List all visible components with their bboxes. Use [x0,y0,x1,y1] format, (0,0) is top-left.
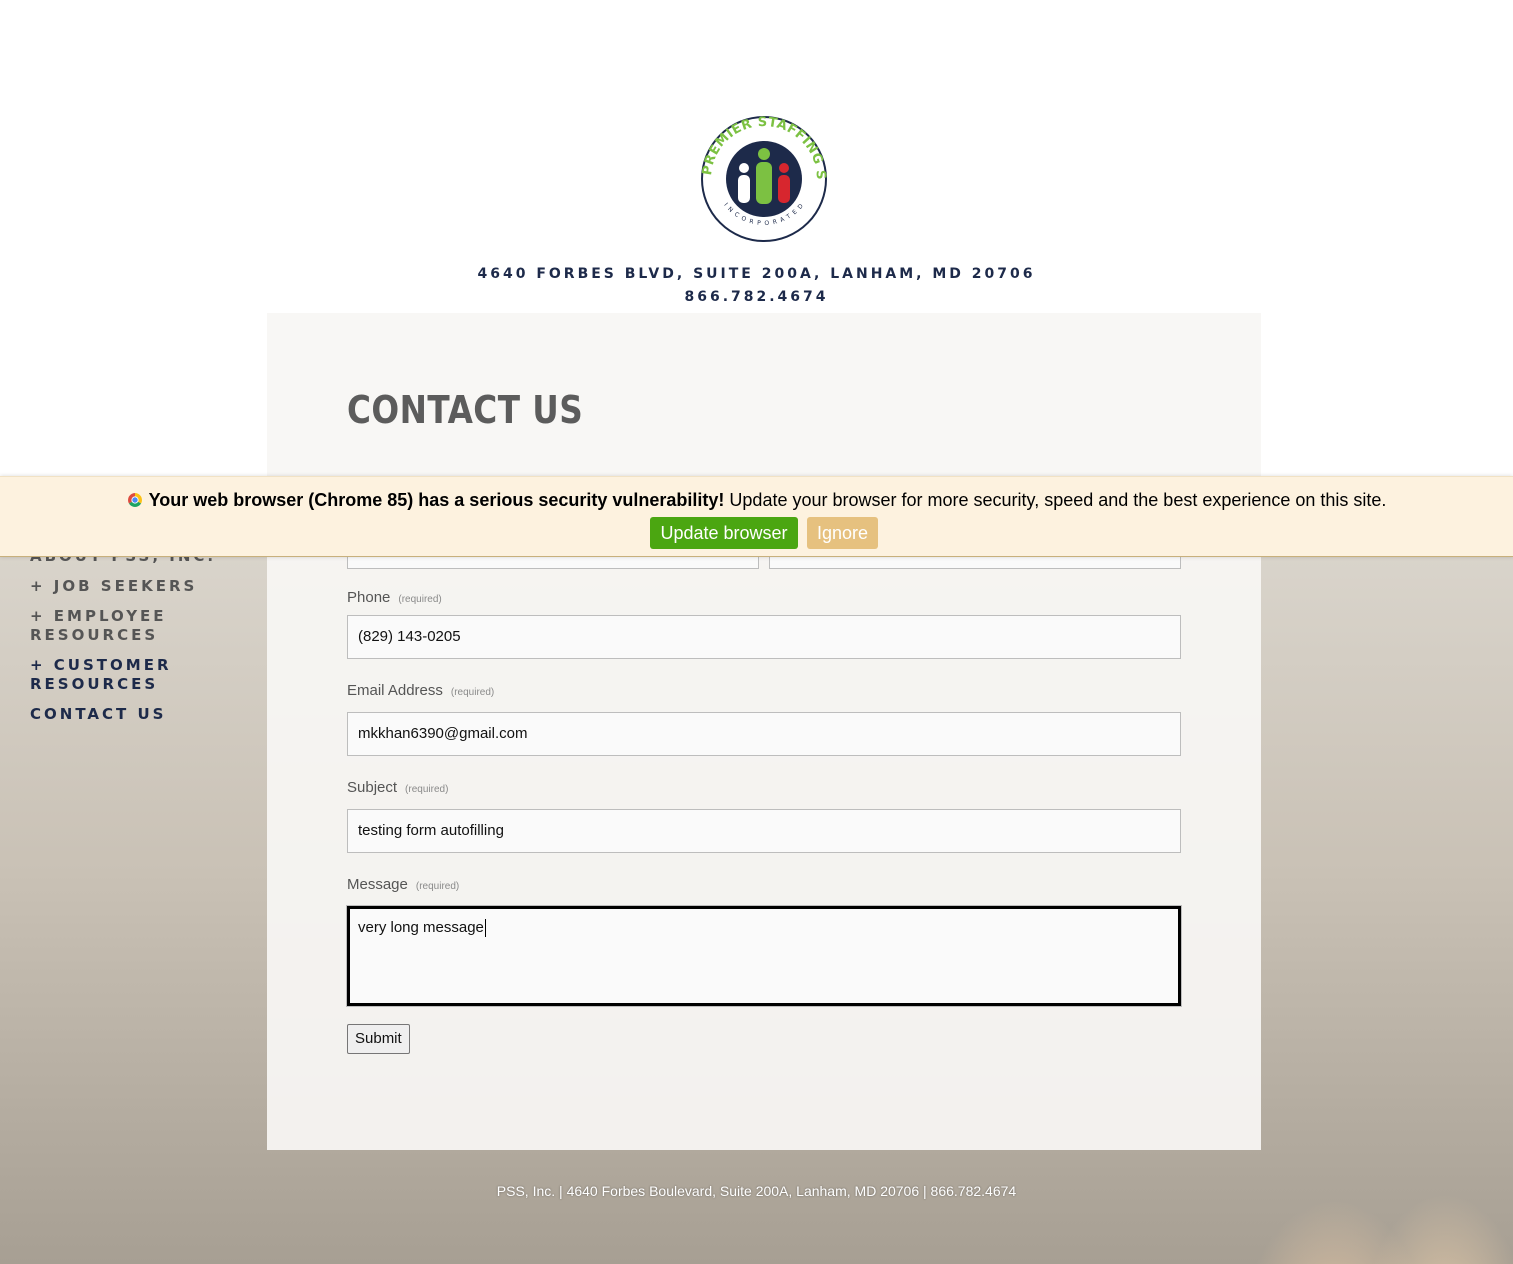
phone-label: Phone (required) [347,589,442,606]
email-label: Email Address (required) [347,682,494,699]
phone-label-text: Phone [347,589,391,606]
company-logo[interactable]: PREMIER STAFFING SOURCE INCORPORATED [697,112,831,246]
browser-update-banner: Your web browser (Chrome 85) has a serio… [0,476,1513,557]
subject-input[interactable]: testing form autofilling [347,809,1181,853]
message-textarea[interactable]: very long message [346,905,1182,1007]
message-required-tag: (required) [415,881,460,892]
message-label-text: Message [347,876,408,893]
chrome-icon [127,493,142,507]
email-input[interactable]: mkkhan6390@gmail.com [347,712,1181,756]
message-text: very long message [358,919,484,936]
email-required-tag: (required) [450,687,495,698]
update-browser-button[interactable]: Update browser [650,517,798,549]
page-title: CONTACT US [347,388,584,432]
phone-required-tag: (required) [398,594,442,605]
nav-item-employee-line2: RESOURCES [30,626,159,644]
email-label-text: Email Address [347,682,443,699]
ignore-button[interactable]: Ignore [807,517,878,549]
phone-input[interactable]: (829) 143-0205 [347,615,1181,659]
submit-button[interactable]: Submit [347,1024,410,1054]
subject-required-tag: (required) [405,784,449,795]
header-phone[interactable]: 866.782.4674 [0,289,1513,305]
banner-warning-bold: Your web browser (Chrome 85) has a serio… [148,490,725,510]
subject-label: Subject (required) [347,779,448,796]
banner-message: Your web browser (Chrome 85) has a serio… [0,490,1513,511]
nav-item-customer-line1: + CUSTOMER [30,656,172,674]
nav-item-contact-us[interactable]: CONTACT US [30,705,166,724]
nav-item-employee-line1: + EMPLOYEE [30,607,167,625]
nav-item-customer-line2: RESOURCES [30,675,159,693]
header-address: 4640 FORBES BLVD, SUITE 200A, LANHAM, MD… [477,266,1036,282]
nav-item-employee-resources[interactable]: + EMPLOYEE RESOURCES [30,607,167,645]
nav-item-customer-resources[interactable]: + CUSTOMER RESOURCES [30,656,172,694]
subject-label-text: Subject [347,779,398,796]
banner-warning-text: Update your browser for more security, s… [729,490,1387,510]
nav-item-job-seekers[interactable]: + JOB SEEKERS [30,577,197,596]
text-caret [484,919,486,938]
message-label: Message (required) [347,876,459,893]
footer-text: PSS, Inc. | 4640 Forbes Boulevard, Suite… [496,1183,1017,1199]
